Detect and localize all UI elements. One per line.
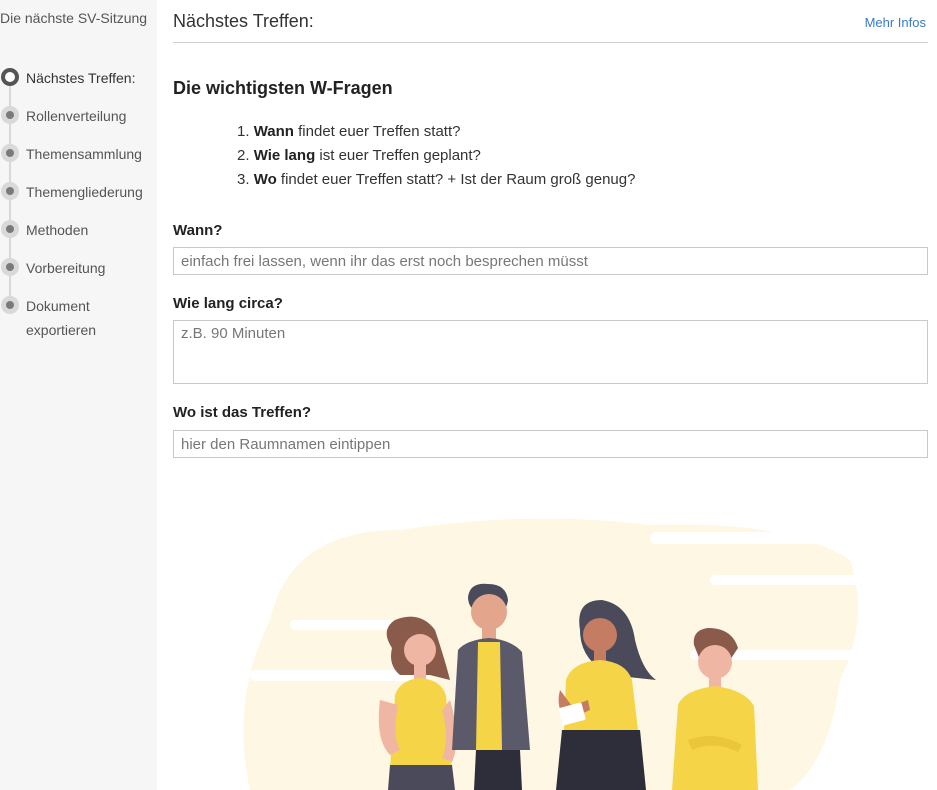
step-naechstes-treffen[interactable]: Nächstes Treffen: xyxy=(0,66,157,104)
step-dot-icon xyxy=(1,182,19,200)
question-item: 1. Wann findet euer Treffen statt? xyxy=(237,120,635,144)
step-dokument-exportieren[interactable]: Dokument exportieren xyxy=(0,294,157,354)
step-label: Nächstes Treffen: xyxy=(26,70,136,86)
question-text: ist euer Treffen geplant? xyxy=(315,147,481,164)
background-blob xyxy=(243,518,860,790)
step-vorbereitung[interactable]: Vorbereitung xyxy=(0,256,157,294)
when-label: Wann? xyxy=(173,222,223,239)
team-illustration xyxy=(243,518,860,790)
question-keyword: Wo xyxy=(253,171,277,188)
step-label: Vorbereitung xyxy=(26,260,106,276)
when-input[interactable] xyxy=(173,247,928,275)
step-list: Nächstes Treffen: Rollenverteilung Theme… xyxy=(0,66,157,354)
step-label: Rollenverteilung xyxy=(26,108,127,124)
sidebar: Die nächste SV-Sitzung Nächstes Treffen:… xyxy=(0,0,157,790)
step-dot-icon xyxy=(1,144,19,162)
duration-label: Wie lang circa? xyxy=(173,295,283,312)
question-text: findet euer Treffen statt? xyxy=(293,123,461,140)
question-number: 3. xyxy=(237,171,250,188)
step-dot-icon xyxy=(1,106,19,124)
section-heading: Die wichtigsten W-Fragen xyxy=(173,78,393,98)
more-info-link[interactable]: Mehr Infos xyxy=(865,15,926,30)
question-text: findet euer Treffen statt? + Ist der Rau… xyxy=(276,171,636,188)
question-keyword: Wann xyxy=(253,123,294,140)
where-input[interactable] xyxy=(173,430,928,458)
question-number: 2. xyxy=(237,147,250,164)
question-item: 2. Wie lang ist euer Treffen geplant? xyxy=(237,144,635,168)
where-label: Wo ist das Treffen? xyxy=(173,404,312,421)
step-label: Methoden xyxy=(26,222,89,238)
question-item: 3. Wo findet euer Treffen statt? + Ist d… xyxy=(237,168,635,192)
question-keyword: Wie lang xyxy=(253,147,316,164)
step-themengliederung[interactable]: Themengliederung xyxy=(0,180,157,218)
step-label: Themengliederung xyxy=(26,184,143,200)
step-dot-icon xyxy=(1,296,19,314)
step-label: Themensammlung xyxy=(26,146,142,162)
step-themensammlung[interactable]: Themensammlung xyxy=(0,142,157,180)
step-rollenverteilung[interactable]: Rollenverteilung xyxy=(0,104,157,142)
question-list: 1. Wann findet euer Treffen statt? 2. Wi… xyxy=(237,120,635,192)
sidebar-title: Die nächste SV-Sitzung xyxy=(0,10,148,26)
page-title: Nächstes Treffen: xyxy=(173,11,314,31)
step-methoden[interactable]: Methoden xyxy=(0,218,157,256)
step-dot-icon xyxy=(1,220,19,238)
step-dot-icon xyxy=(1,258,19,276)
question-number: 1. xyxy=(237,123,250,140)
page-header: Nächstes Treffen: Mehr Infos xyxy=(173,0,928,43)
step-current-icon xyxy=(1,68,19,86)
duration-textarea[interactable] xyxy=(173,320,928,384)
step-label: Dokument exportieren xyxy=(26,298,97,338)
